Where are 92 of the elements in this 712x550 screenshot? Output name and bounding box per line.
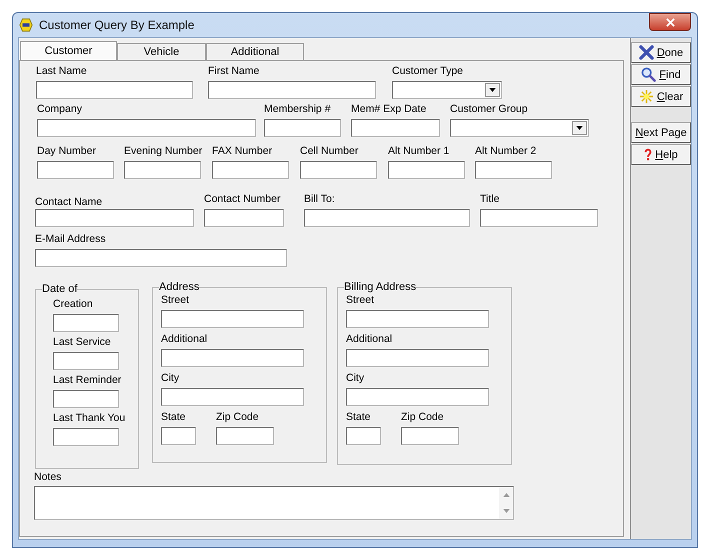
input-field[interactable] [346, 310, 489, 328]
input-field[interactable] [480, 209, 598, 227]
input-field[interactable] [346, 388, 489, 406]
input-field[interactable] [35, 249, 287, 267]
field-label: Notes [34, 471, 62, 484]
field-label: Street [346, 294, 374, 307]
field-label: Customer Type [392, 65, 464, 78]
field-label: Evening Number [124, 145, 202, 158]
field-label: Mem# Exp Date [351, 103, 426, 116]
input-field[interactable] [388, 161, 465, 179]
field-label: FAX Number [212, 145, 272, 158]
input-field[interactable] [35, 209, 194, 227]
input-field[interactable] [216, 427, 274, 445]
field-label: Creation [53, 298, 93, 311]
field-label: City [161, 372, 180, 385]
field-label: E-Mail Address [35, 233, 106, 246]
input-field[interactable] [53, 428, 119, 446]
action-button[interactable]: Done [631, 42, 691, 63]
field-label: Contact Number [204, 193, 280, 206]
help-icon [644, 148, 652, 161]
notes-field[interactable] [34, 486, 514, 520]
field-label: Day Number [37, 145, 96, 158]
action-button[interactable]: Clear [631, 86, 691, 107]
action-button[interactable]: Help [631, 144, 691, 165]
input-field[interactable] [300, 161, 377, 179]
field-label: First Name [208, 65, 260, 78]
dropdown-button[interactable] [572, 121, 587, 135]
input-field[interactable] [161, 349, 304, 367]
app-icon [19, 18, 33, 32]
field-label: Zip Code [401, 411, 444, 424]
tab[interactable]: Customer [20, 41, 117, 60]
input-field[interactable] [346, 349, 489, 367]
tab[interactable]: Vehicle [117, 43, 206, 60]
field-label: Last Thank You [53, 412, 126, 425]
input-field[interactable] [53, 390, 119, 408]
window-title: Customer Query By Example [39, 18, 194, 32]
tab[interactable]: Additional [206, 43, 304, 60]
action-button[interactable]: Next Page [631, 122, 691, 143]
dropdown[interactable] [450, 119, 589, 137]
caret-icon [489, 88, 496, 92]
sparkle-icon [638, 89, 654, 104]
input-field[interactable] [208, 81, 376, 99]
input-field[interactable] [36, 81, 193, 99]
action-button[interactable]: Find [631, 64, 691, 85]
field-label: Company [37, 103, 82, 116]
field-label: Contact Name [35, 196, 102, 209]
field-label: Zip Code [216, 411, 259, 424]
group-title: Billing Address [344, 281, 416, 294]
close-icon [666, 18, 674, 26]
field-label: City [346, 372, 364, 385]
scroll-up-icon[interactable] [502, 493, 510, 497]
field-label: Additional [161, 333, 208, 346]
caret-icon [576, 126, 583, 130]
field-label: Last Name [36, 65, 87, 78]
input-field[interactable] [53, 352, 119, 370]
input-field[interactable] [475, 161, 552, 179]
field-label: Last Reminder [53, 374, 122, 387]
input-field[interactable] [161, 310, 304, 328]
search-icon [641, 67, 656, 82]
input-field[interactable] [351, 119, 440, 137]
scroll-down-icon[interactable] [502, 509, 510, 513]
input-field[interactable] [264, 119, 341, 137]
field-label: Alt Number 1 [388, 145, 450, 158]
dropdown[interactable] [392, 81, 502, 99]
input-field[interactable] [401, 427, 459, 445]
group-title: Date of [42, 283, 78, 296]
field-label: Title [480, 193, 500, 206]
input-field[interactable] [204, 209, 284, 227]
input-field[interactable] [53, 314, 119, 332]
input-field[interactable] [124, 161, 201, 179]
field-label: Membership # [264, 103, 331, 116]
field-label: Additional [346, 333, 392, 346]
input-field[interactable] [346, 427, 381, 445]
group-title: Address [159, 281, 200, 294]
input-field[interactable] [37, 119, 256, 137]
field-label: State [346, 411, 371, 424]
input-field[interactable] [37, 161, 114, 179]
input-field[interactable] [161, 427, 196, 445]
input-field[interactable] [161, 388, 304, 406]
field-label: Last Service [53, 336, 111, 349]
scrollbar[interactable] [499, 487, 513, 519]
field-label: Alt Number 2 [475, 145, 536, 158]
field-label: Customer Group [450, 103, 528, 116]
cross-icon [638, 45, 654, 60]
input-field[interactable] [212, 161, 289, 179]
field-label: State [161, 411, 186, 424]
input-field[interactable] [304, 209, 470, 227]
field-label: Street [161, 294, 190, 307]
close-button[interactable] [649, 13, 691, 31]
field-label: Cell Number [300, 145, 358, 158]
dropdown-button[interactable] [485, 83, 500, 97]
field-label: Bill To: [304, 193, 335, 206]
